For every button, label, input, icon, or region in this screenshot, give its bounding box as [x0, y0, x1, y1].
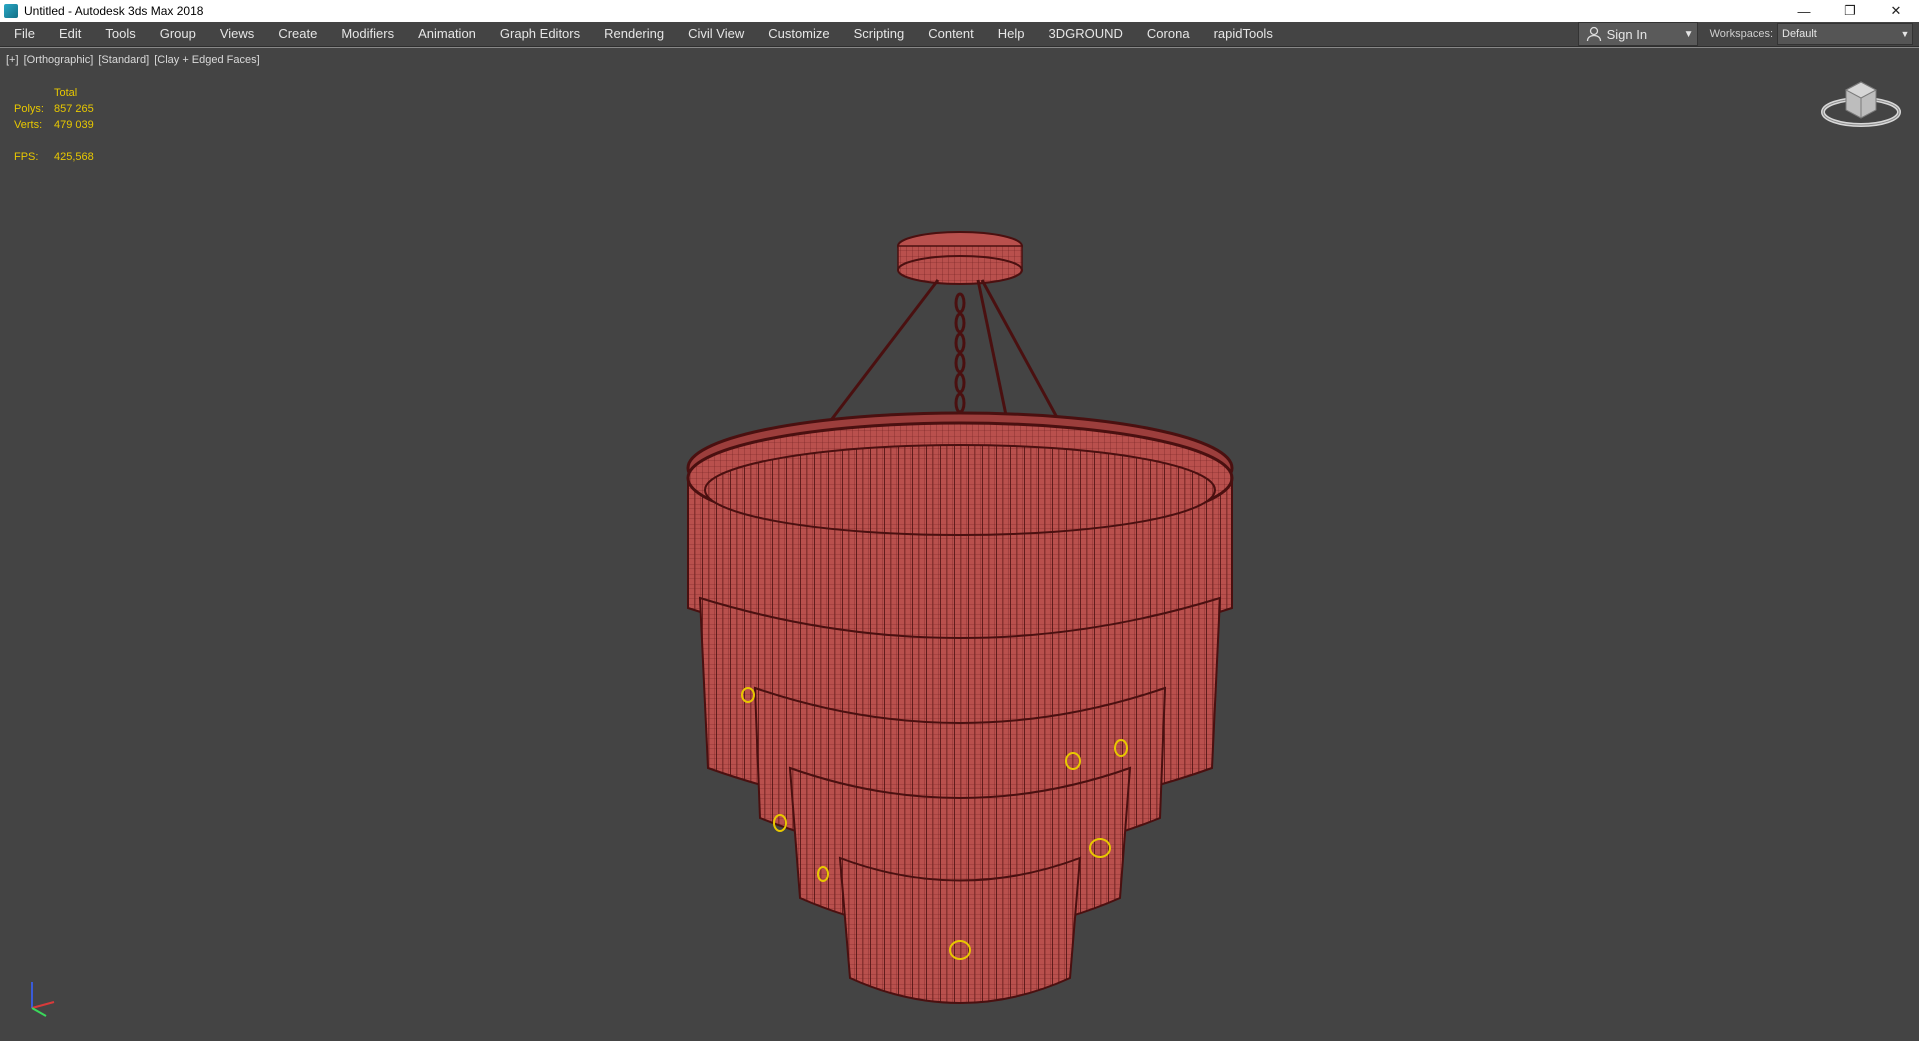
sign-in-label: Sign In [1606, 26, 1648, 42]
menu-civil-view[interactable]: Civil View [676, 22, 756, 46]
menu-graph-editors[interactable]: Graph Editors [488, 22, 592, 46]
menu-corona[interactable]: Corona [1135, 22, 1202, 46]
axis-tripod-icon [31, 982, 55, 1017]
menu-edit[interactable]: Edit [47, 22, 93, 46]
menu-modifiers[interactable]: Modifiers [329, 22, 406, 46]
menu-animation[interactable]: Animation [406, 22, 488, 46]
menu-bar: File Edit Tools Group Views Create Modif… [0, 22, 1919, 47]
viewport-label: [+] [Orthographic] [Standard] [Clay + Ed… [6, 54, 262, 66]
menu-file[interactable]: File [0, 22, 47, 46]
viewport-statistics: Total Polys: 857 265 Verts: 479 039 FPS: 42… [14, 85, 94, 165]
perspective-viewport[interactable]: [+] [Orthographic] [Standard] [Clay + Ed… [0, 47, 1919, 1041]
menu-help[interactable]: Help [986, 22, 1037, 46]
close-button[interactable]: ✕ [1873, 0, 1919, 22]
viewport-plus-menu[interactable]: [+] [6, 54, 19, 66]
workspace-dropdown[interactable]: Default ▼ [1777, 23, 1913, 45]
viewport-style-menu[interactable]: [Clay + Edged Faces] [154, 54, 259, 66]
menu-3dground[interactable]: 3DGROUND [1037, 22, 1135, 46]
verts-label: Verts: [14, 119, 43, 131]
menu-views[interactable]: Views [208, 22, 266, 46]
window-title: Untitled - Autodesk 3ds Max 2018 [24, 4, 204, 18]
menu-create[interactable]: Create [266, 22, 329, 46]
window-controls: — ❐ ✕ [1781, 0, 1919, 22]
menu-customize[interactable]: Customize [756, 22, 841, 46]
menu-rendering[interactable]: Rendering [592, 22, 676, 46]
title-bar: Untitled - Autodesk 3ds Max 2018 — ❐ ✕ [0, 0, 1919, 22]
polys-value: 857 265 [54, 103, 94, 115]
minimize-button[interactable]: — [1781, 0, 1827, 22]
restore-button[interactable]: ❐ [1827, 0, 1873, 22]
menu-scripting[interactable]: Scripting [842, 22, 917, 46]
menu-tools[interactable]: Tools [93, 22, 147, 46]
fps-value: 425,568 [54, 151, 94, 163]
stats-total-label: Total [54, 87, 78, 99]
chandelier-model[interactable] [660, 178, 1260, 1018]
viewcube-icon[interactable] [1818, 72, 1904, 132]
3dsmax-app-icon [4, 4, 18, 18]
sign-in-button[interactable]: Sign In ▼ [1577, 22, 1698, 46]
workspace-value: Default [1782, 28, 1817, 40]
polys-label: Polys: [14, 103, 44, 115]
viewport-view-menu[interactable]: [Orthographic] [24, 54, 94, 66]
fps-label: FPS: [14, 151, 39, 163]
verts-value: 479 039 [54, 119, 94, 131]
viewport-shading-menu[interactable]: [Standard] [98, 54, 149, 66]
user-icon [1586, 26, 1601, 42]
workspaces-label: Workspaces: [1709, 28, 1773, 40]
menu-content[interactable]: Content [916, 22, 986, 46]
chevron-down-icon: ▼ [1900, 29, 1910, 39]
chevron-down-icon: ▼ [1683, 28, 1694, 40]
menu-group[interactable]: Group [148, 22, 208, 46]
menu-rapidtools[interactable]: rapidTools [1202, 22, 1285, 46]
